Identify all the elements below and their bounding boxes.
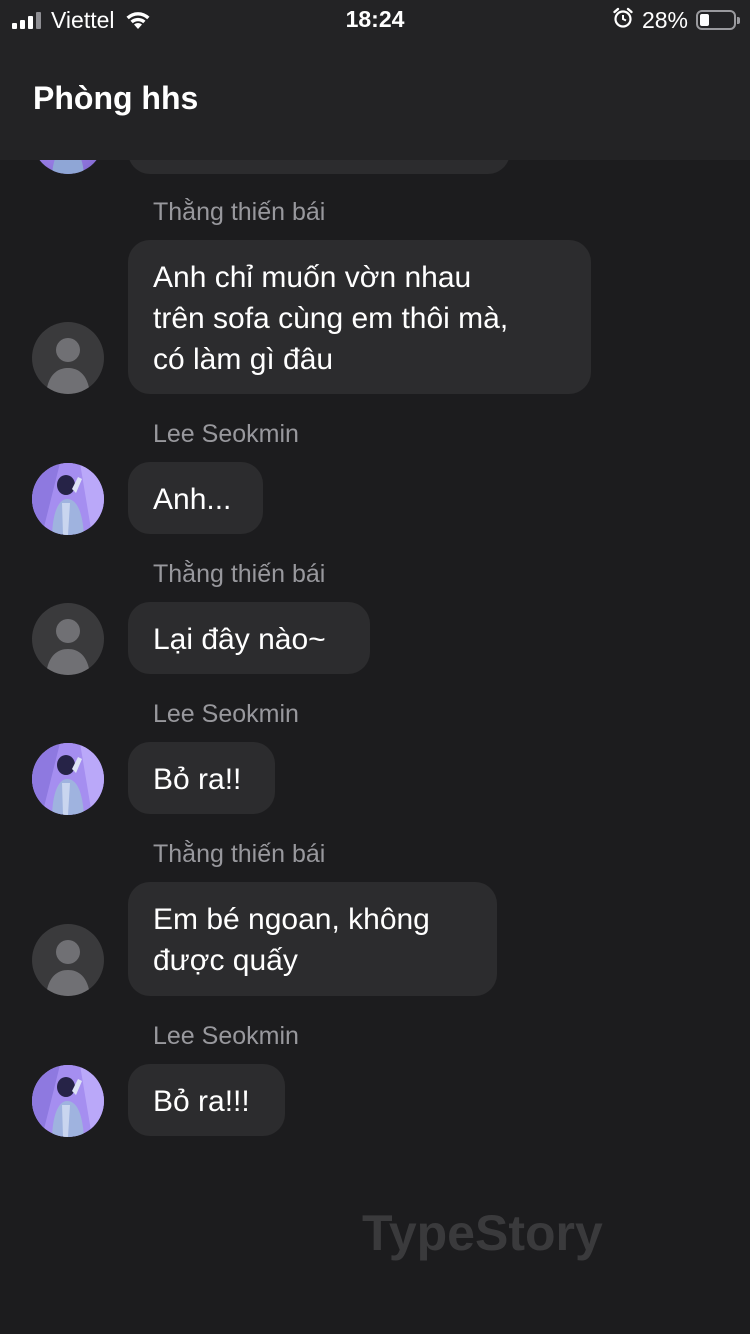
chat-screen: Viettel 18:24 28% Phòng hhs Thằng thiến … xyxy=(0,0,750,1334)
default-avatar[interactable] xyxy=(32,322,104,394)
photo-avatar[interactable] xyxy=(32,743,104,815)
status-right: 28% xyxy=(612,4,740,36)
typestory-watermark: TypeStory xyxy=(362,1205,603,1261)
sender-name: Lee Seokmin xyxy=(153,1022,299,1050)
alarm-icon xyxy=(612,7,634,34)
message-bubble[interactable]: Bỏ ra!!! xyxy=(128,1064,285,1136)
photo-avatar[interactable] xyxy=(32,463,104,535)
message-bubble[interactable]: Anh... xyxy=(128,462,263,534)
message-list[interactable]: Thằng thiến bái Anh chỉ muốn vờn nhau tr… xyxy=(0,160,750,1334)
message-bubble[interactable]: Bỏ ra!! xyxy=(128,742,275,814)
message-bubble[interactable] xyxy=(128,160,510,174)
message-bubble[interactable]: Em bé ngoan, không được quấy xyxy=(128,882,497,996)
chat-header: Phòng hhs xyxy=(0,40,750,160)
chat-title: Phòng hhs xyxy=(33,80,199,116)
message-bubble[interactable]: Lại đây nào~ xyxy=(128,602,370,674)
sender-name: Thằng thiến bái xyxy=(153,198,326,226)
default-avatar[interactable] xyxy=(32,603,104,675)
sender-name: Lee Seokmin xyxy=(153,420,299,448)
default-avatar[interactable] xyxy=(32,924,104,996)
sender-name: Lee Seokmin xyxy=(153,700,299,728)
battery-percent: 28% xyxy=(641,6,688,33)
status-bar: Viettel 18:24 28% xyxy=(0,0,750,40)
sender-name: Thằng thiến bái xyxy=(153,560,326,588)
battery-fill xyxy=(700,14,709,26)
message-bubble[interactable]: Anh chỉ muốn vờn nhau trên sofa cùng em … xyxy=(128,240,591,394)
photo-avatar[interactable] xyxy=(32,1065,104,1137)
sender-name: Thằng thiến bái xyxy=(153,840,326,868)
photo-avatar[interactable] xyxy=(32,160,104,174)
battery-icon xyxy=(696,10,740,30)
